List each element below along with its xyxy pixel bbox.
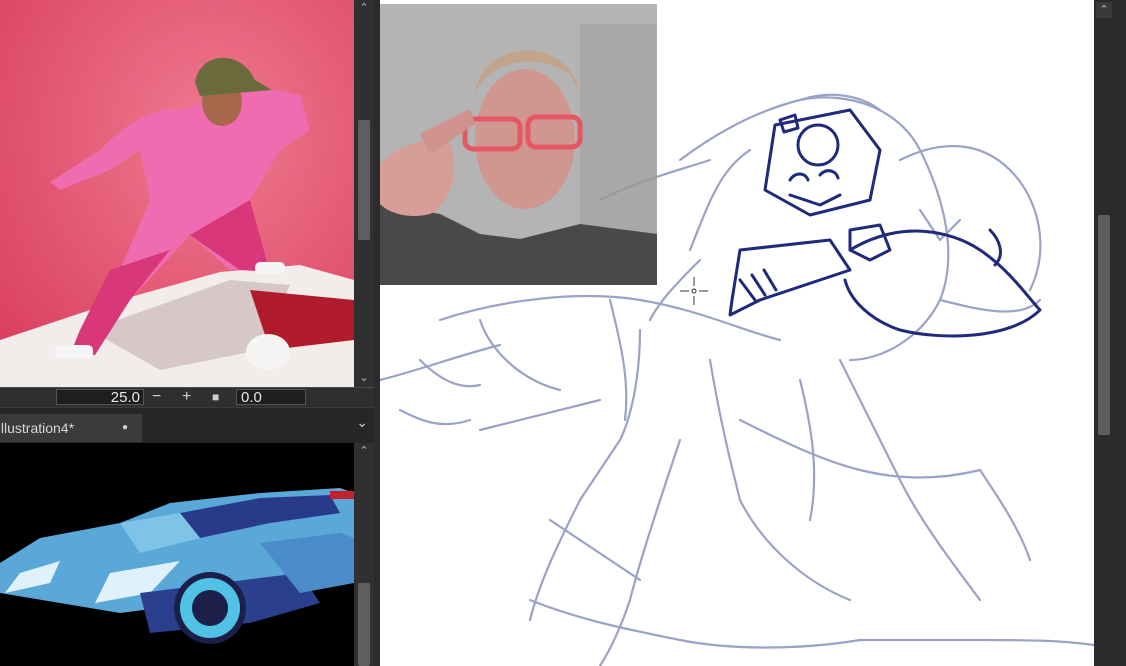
reference-photo-image (0, 0, 354, 387)
canvas-scrollbar[interactable]: ⌃ (1094, 0, 1126, 666)
reference-zoom-bar: 25.0 − + ■ 0.0 (0, 387, 374, 407)
ink-sketch-lines (728, 108, 1042, 338)
reference-photo[interactable] (0, 0, 354, 387)
webcam-feed-image (380, 4, 657, 285)
tab-label: Illustration4* (0, 420, 75, 436)
reference-scrollbar[interactable]: ⌃ ⌄ (354, 0, 374, 387)
chevron-up-icon[interactable]: ⌃ (354, 0, 374, 16)
chevron-down-icon[interactable]: ⌄ (356, 414, 368, 431)
reference-scroll-thumb[interactable] (358, 120, 370, 240)
chevron-up-icon[interactable]: ⌃ (354, 443, 374, 459)
chevron-down-icon[interactable]: ⌄ (354, 370, 374, 386)
brush-cursor-icon (680, 277, 708, 305)
zoom-out-icon[interactable]: − (152, 388, 161, 406)
fit-icon[interactable]: ■ (212, 388, 219, 406)
reference-panel: ⌃ ⌄ 25.0 − + ■ 0.0 ⌄ Illustration4* ● ⌃ (0, 0, 374, 666)
navigator-scroll-thumb[interactable] (358, 583, 370, 666)
chevron-up-icon[interactable]: ⌃ (1096, 2, 1112, 18)
navigator-scrollbar[interactable]: ⌃ (354, 443, 374, 666)
zoom-value-field[interactable]: 25.0 (56, 389, 144, 406)
webcam-overlay[interactable] (380, 4, 657, 285)
navigator-preview[interactable] (0, 443, 354, 666)
zoom-in-icon[interactable]: + (182, 388, 191, 406)
tab-modified-indicator: ● (122, 422, 129, 433)
navigator-car-image (0, 443, 354, 666)
canvas-scroll-thumb[interactable] (1098, 215, 1110, 435)
rotation-value-field[interactable]: 0.0 (236, 389, 306, 406)
tab-illustration4[interactable]: Illustration4* ● (0, 414, 142, 442)
